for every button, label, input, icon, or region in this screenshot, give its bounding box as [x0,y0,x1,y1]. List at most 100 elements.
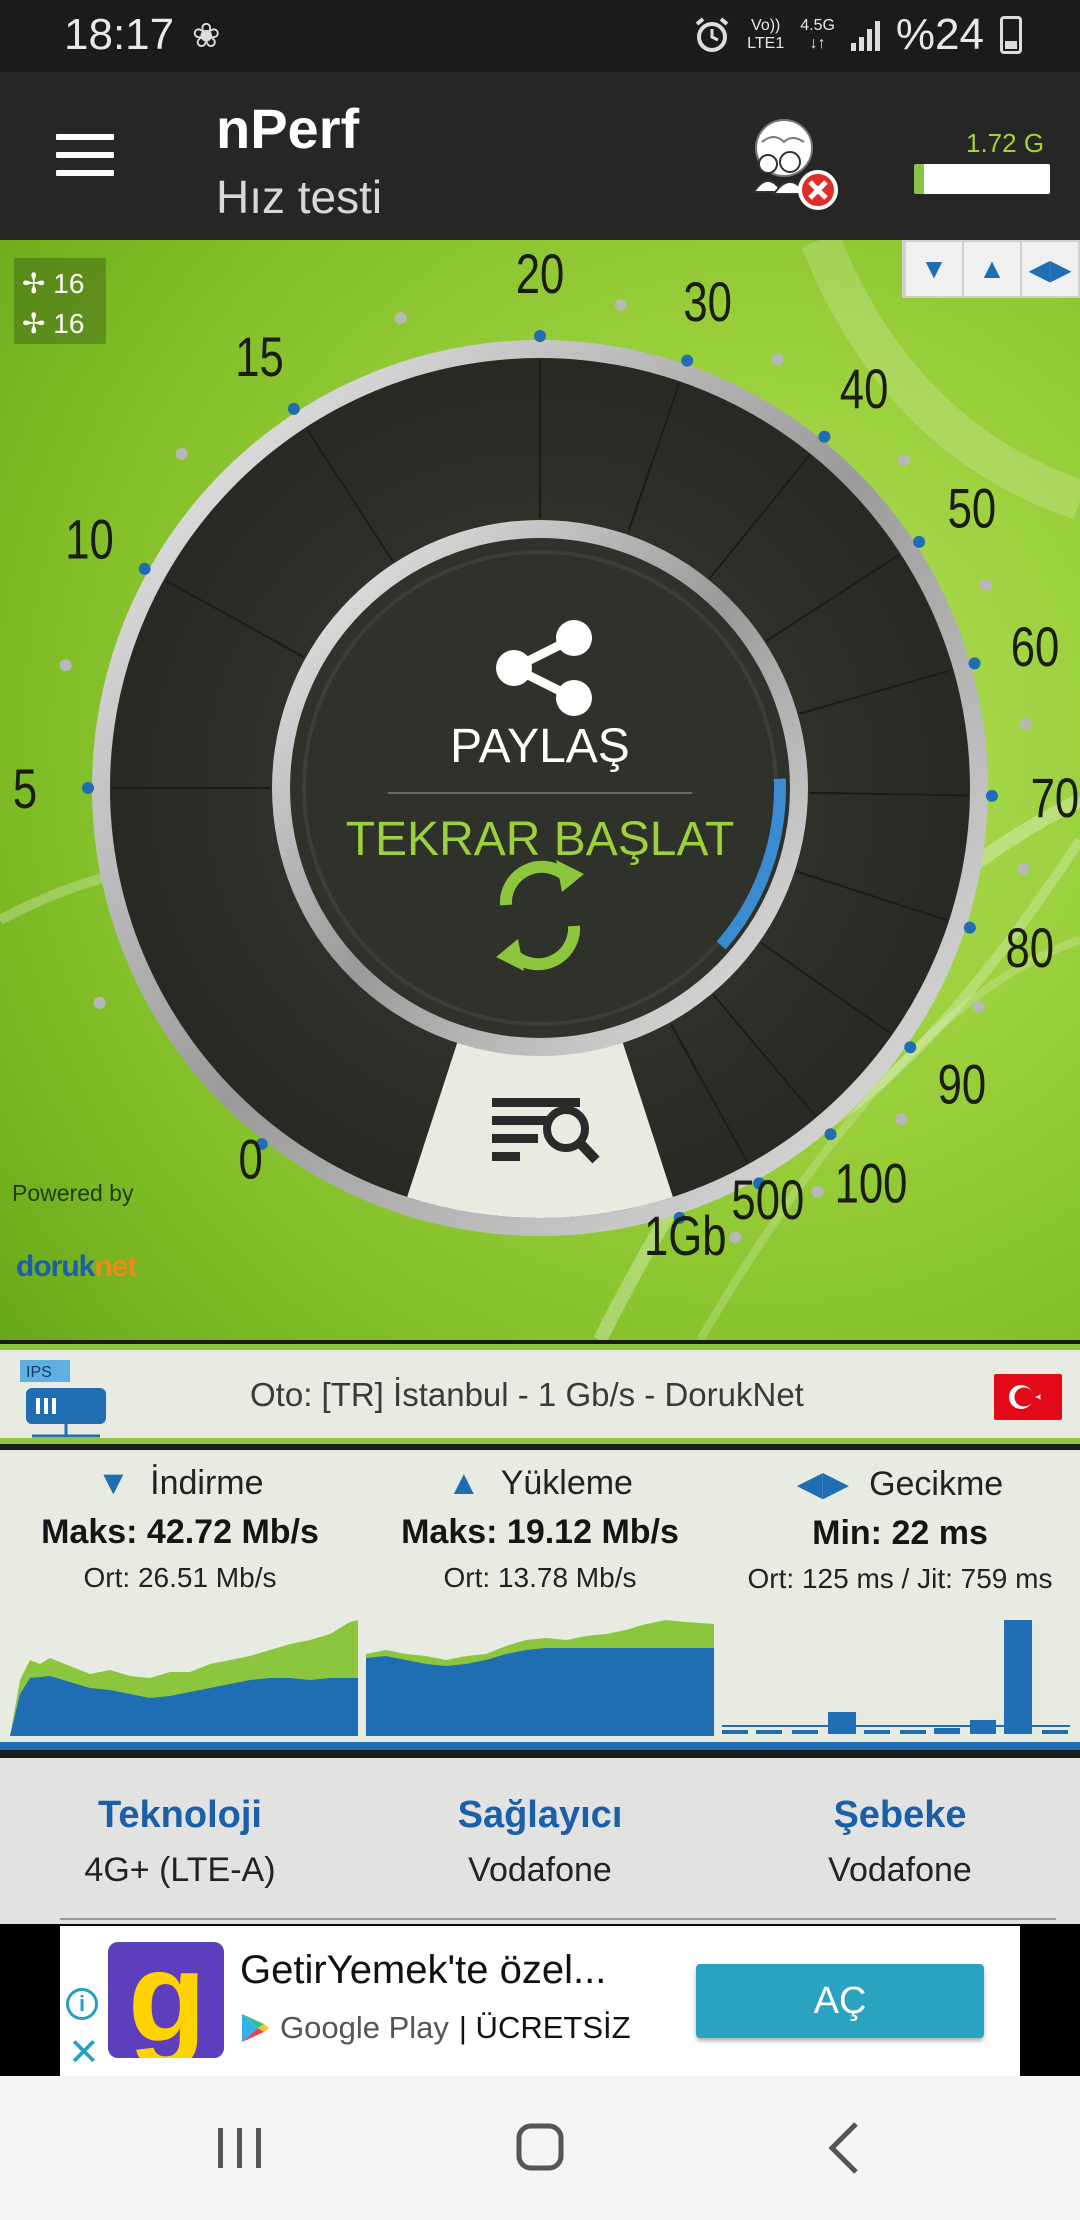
gauge-minor-dot [972,1000,985,1013]
home-icon[interactable] [500,2116,580,2180]
latency-avg: Ort: 125 ms / Jit: 759 ms [747,1563,1053,1594]
app-subtitle: Hız testi [216,171,383,223]
network-type-indicator: 4.5G ↓↑ [800,17,835,52]
app-bar: nPerf Hız testi 1.72 G [0,72,1080,240]
latency-stats: ◀▶ Gecikme Min: 22 ms Ort: 125 ms / Jit: … [720,1450,1080,1595]
battery-percent: %24 [895,10,984,59]
technology-label: Teknoloji [98,1794,262,1836]
latency-graph [722,1620,1070,1734]
gauge-tick-mark [904,1041,917,1054]
gauge-minor-dot [394,312,407,325]
speed-gauge-area: PAYLAŞ TEKRAR BAŞLAT 0 5 10 15 20 30 40 50 60 70 8… [0,240,1080,1340]
gauge-scale-label: 100 [835,1152,908,1214]
threads-down: ✢ 16 [22,268,85,299]
server-label: Oto: [TR] İstanbul - 1 Gb/s - DorukNet [250,1376,804,1413]
gauge-scale-label: 1Gb [644,1205,727,1267]
latency-mode-icon[interactable]: ◀▶ [1020,242,1078,296]
divider [60,1918,1056,1920]
provider-info: Sağlayıcı Vodafone [360,1758,720,1890]
server-selector[interactable]: IPS Oto: [TR] İstanbul - 1 Gb/s - DorukN… [0,1344,1080,1444]
gauge-tick-mark [818,430,831,443]
notification-leaf-icon: ❀ [192,17,221,55]
gauge-minor-dot [811,1185,824,1198]
gauge-tick-mark [287,402,300,415]
gauge-tick-mark [968,657,981,670]
network-value: Vodafone [828,1851,972,1889]
ad-banner[interactable]: i ✕ GetirYemek'te özel... Google Play | … [60,1926,1020,2076]
upload-arrow-icon: ▲ [447,1464,481,1502]
gauge-tick-mark [82,782,94,794]
latency-label: Gecikme [869,1464,1004,1503]
back-icon[interactable] [804,2116,884,2180]
app-logo-icon[interactable] [108,1942,224,2058]
gauge-minor-dot [1017,862,1030,875]
app-title: nPerf [216,97,360,160]
upload-max: Maks: 19.12 Mb/s [401,1513,679,1551]
technology-info: Teknoloji 4G+ (LTE-A) [0,1758,360,1890]
ad-info-icon[interactable]: i [66,1988,98,2020]
network-label: Şebeke [833,1794,967,1836]
threads-up: ✢ 16 [22,308,85,339]
upload-stats: ▲ Yükleme Maks: 19.12 Mb/s Ort: 13.78 Mb/… [360,1450,720,1594]
alarm-icon [695,17,729,52]
share-button-label[interactable]: PAYLAŞ [450,720,630,773]
upload-label: Yükleme [500,1464,633,1502]
provider-label: Sağlayıcı [457,1794,623,1836]
gauge-scale-label: 500 [731,1169,804,1231]
gauge-scale-label: 60 [1011,616,1060,678]
download-mode-icon[interactable]: ▼ [904,242,962,296]
gauge-tick-mark [913,535,926,548]
gauge-scale-label: 90 [938,1053,987,1115]
data-usage-label: 1.72 G [966,128,1045,158]
gauge-tick-mark [985,789,998,802]
gauge-minor-dot [175,447,188,460]
gauge-scale-label: 50 [948,477,997,539]
gauge-minor-dot [898,454,911,467]
battery-icon [1000,16,1022,54]
server-icon: IPS [20,1360,106,1438]
app-screen: 18:17 ❀ Vo)) LTE1 4.5G ↓↑ %24 nPerf Hız te… [0,0,1080,2220]
threads-indicator: ✢ 16 ✢ 16 [14,258,106,344]
turkey-flag-icon [994,1374,1062,1420]
gauge-scale-label: 10 [65,508,114,570]
speed-gauge: PAYLAŞ TEKRAR BAŞLAT 0 5 10 15 20 30 40 50 60 70 8… [0,240,1080,1340]
status-bar: 18:17 ❀ Vo)) LTE1 4.5G ↓↑ %24 [0,0,1080,72]
ad-close-icon[interactable]: ✕ [68,2030,100,2075]
google-play-icon [242,2014,269,2042]
gauge-minor-dot [59,659,72,672]
gauge-minor-dot [895,1113,908,1126]
gauge-tick-mark [681,354,694,367]
gauge-scale-label: 40 [840,358,889,420]
upload-graph [366,1620,714,1736]
gauge-tick-mark [963,921,976,934]
ad-open-button[interactable]: AÇ [696,1964,984,2038]
menu-icon[interactable] [56,134,114,176]
download-arrow-icon: ▼ [96,1464,131,1502]
connection-info: Teknoloji 4G+ (LTE-A) Sağlayıcı Vodafone… [0,1758,1080,1924]
gauge-scale-label: 15 [235,326,284,388]
network-users-icon[interactable] [740,112,840,212]
download-max: Maks: 42.72 Mb/s [41,1513,319,1551]
gauge-scale-label: 0 [238,1128,262,1190]
network-info: Şebeke Vodafone [720,1758,1080,1890]
test-mode-bar: ▼ ▲ ◀▶ [902,240,1080,298]
gauge-minor-dot [93,996,106,1009]
system-nav-bar [0,2076,1080,2220]
results-panel: ▼ İndirme Maks: 42.72 Mb/s Ort: 26.51 Mb/… [0,1450,1080,1750]
gauge-minor-dot [1019,718,1032,731]
upload-mode-icon[interactable]: ▲ [962,242,1020,296]
latency-arrows-icon: ◀▶ [796,1465,850,1503]
gauge-minor-dot [729,1231,742,1244]
ad-store-line: Google Play | ÜCRETSİZ [240,2010,631,2046]
latency-min: Min: 22 ms [812,1514,988,1552]
recent-apps-icon[interactable] [200,2116,280,2180]
ad-store-name: Google Play [280,2010,449,2045]
powered-by-label: Powered by [12,1180,134,1206]
partner-logo[interactable]: doruknet [16,1250,137,1284]
ad-title[interactable]: GetirYemek'te özel... [240,1948,606,1993]
gauge-minor-dot [771,353,784,366]
gauge-tick-mark [534,330,546,342]
data-usage-bar [914,164,1050,194]
gauge-scale-label: 20 [516,243,565,305]
restart-button-label[interactable]: TEKRAR BAŞLAT [346,813,735,866]
